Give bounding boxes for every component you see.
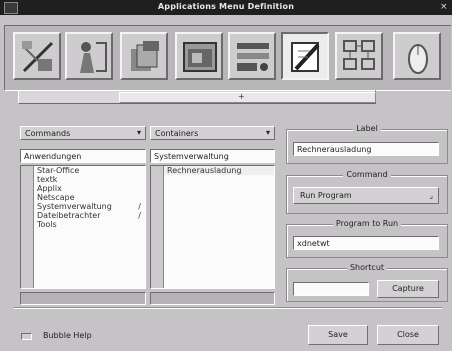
title-bar: Applications Menu Definition × (0, 0, 452, 15)
option-menu-icon: ⌟ (429, 191, 433, 200)
icon-toolbar (4, 25, 451, 91)
submenu-marker-icon: / (138, 211, 141, 220)
list-item-label: Applix (37, 184, 62, 193)
list-item[interactable]: Tools (34, 220, 145, 229)
left-type-select-value: Commands (25, 129, 71, 138)
chevron-down-icon: ▾ (265, 128, 270, 137)
run-program-button[interactable]: Run Program ⌟ (293, 187, 439, 204)
list-item-label: Netscape (37, 193, 75, 202)
folders-icon[interactable] (120, 32, 168, 80)
left-list[interactable]: Star-Office textk Applix Netscape Systemverw… (20, 165, 146, 289)
left-type-select[interactable]: Commands ▾ (20, 126, 146, 140)
label-group-title: Label (353, 124, 381, 133)
list-item-label: Tools (37, 220, 57, 229)
close-window-icon[interactable]: × (440, 2, 450, 12)
shortcut-field[interactable] (293, 282, 369, 296)
list-item[interactable]: Star-Office (34, 166, 145, 175)
save-button[interactable]: Save (308, 325, 368, 345)
chevron-down-icon: ▾ (136, 128, 141, 137)
scissors-ruler-icon[interactable] (13, 32, 61, 80)
pencil-pad-icon[interactable] (281, 32, 329, 80)
middle-type-select[interactable]: Containers ▾ (150, 126, 275, 140)
middle-list[interactable]: Rechnerausladung (150, 165, 275, 289)
window-icon[interactable] (175, 32, 223, 80)
middle-list-items: Rechnerausladung (163, 166, 274, 288)
save-label: Save (328, 330, 348, 339)
run-program-label: Run Program (300, 191, 352, 200)
command-group: Command Run Program ⌟ (286, 170, 448, 214)
submenu-marker-icon: / (138, 202, 141, 211)
list-item[interactable]: textk (34, 175, 145, 184)
person-chart-icon[interactable] (65, 32, 113, 80)
list-item[interactable]: Applix (34, 184, 145, 193)
capture-label: Capture (392, 284, 424, 293)
bubble-help-checkbox[interactable] (21, 333, 32, 340)
close-button[interactable]: Close (377, 325, 439, 345)
label-field[interactable]: Rechnerausladung (293, 142, 439, 156)
middle-list-hscroll[interactable] (150, 292, 275, 305)
shortcut-group: Shortcut Capture (286, 263, 448, 302)
left-list-hscroll[interactable] (20, 292, 146, 305)
list-item[interactable]: Netscape (34, 193, 145, 202)
list-item[interactable]: Rechnerausladung (164, 166, 274, 175)
window-title: Applications Menu Definition (157, 2, 295, 11)
footer-divider (14, 307, 442, 309)
list-item-label: textk (37, 175, 58, 184)
label-group: Label Rechnerausladung (286, 124, 448, 164)
left-path-value: Anwendungen (24, 152, 82, 161)
list-item-label: Star-Office (37, 166, 80, 175)
program-field-value: xdnetwt (297, 239, 330, 248)
middle-type-select-value: Containers (155, 129, 199, 138)
toolbar-scrollbar[interactable]: + (18, 90, 376, 104)
scroll-indicator: + (238, 92, 245, 101)
bubble-help-label: Bubble Help (43, 331, 92, 340)
list-item-label: Rechnerausladung (167, 166, 242, 175)
mouse-icon[interactable] (393, 32, 441, 80)
scroll-thumb[interactable]: + (119, 92, 376, 103)
command-group-title: Command (343, 170, 391, 179)
middle-path-value: Systemverwaltung (154, 152, 229, 161)
label-field-value: Rechnerausladung (297, 145, 372, 154)
left-list-items: Star-Office textk Applix Netscape Systemverw… (33, 166, 145, 288)
program-field[interactable]: xdnetwt (293, 236, 439, 250)
left-path-field[interactable]: Anwendungen (20, 149, 146, 163)
panel-icon[interactable] (228, 32, 276, 80)
middle-path-field[interactable]: Systemverwaltung (150, 149, 275, 163)
shortcut-group-title: Shortcut (346, 263, 388, 272)
program-group-title: Program to Run (332, 219, 402, 228)
network-grid-icon[interactable] (335, 32, 383, 80)
capture-button[interactable]: Capture (377, 280, 439, 298)
list-item-label: Systemverwaltung (37, 202, 112, 211)
list-item[interactable]: Dateibetrachter / (34, 211, 145, 220)
close-label: Close (397, 330, 419, 339)
program-group: Program to Run xdnetwt (286, 219, 448, 258)
list-item[interactable]: Systemverwaltung / (34, 202, 145, 211)
list-item-label: Dateibetrachter (37, 211, 101, 220)
